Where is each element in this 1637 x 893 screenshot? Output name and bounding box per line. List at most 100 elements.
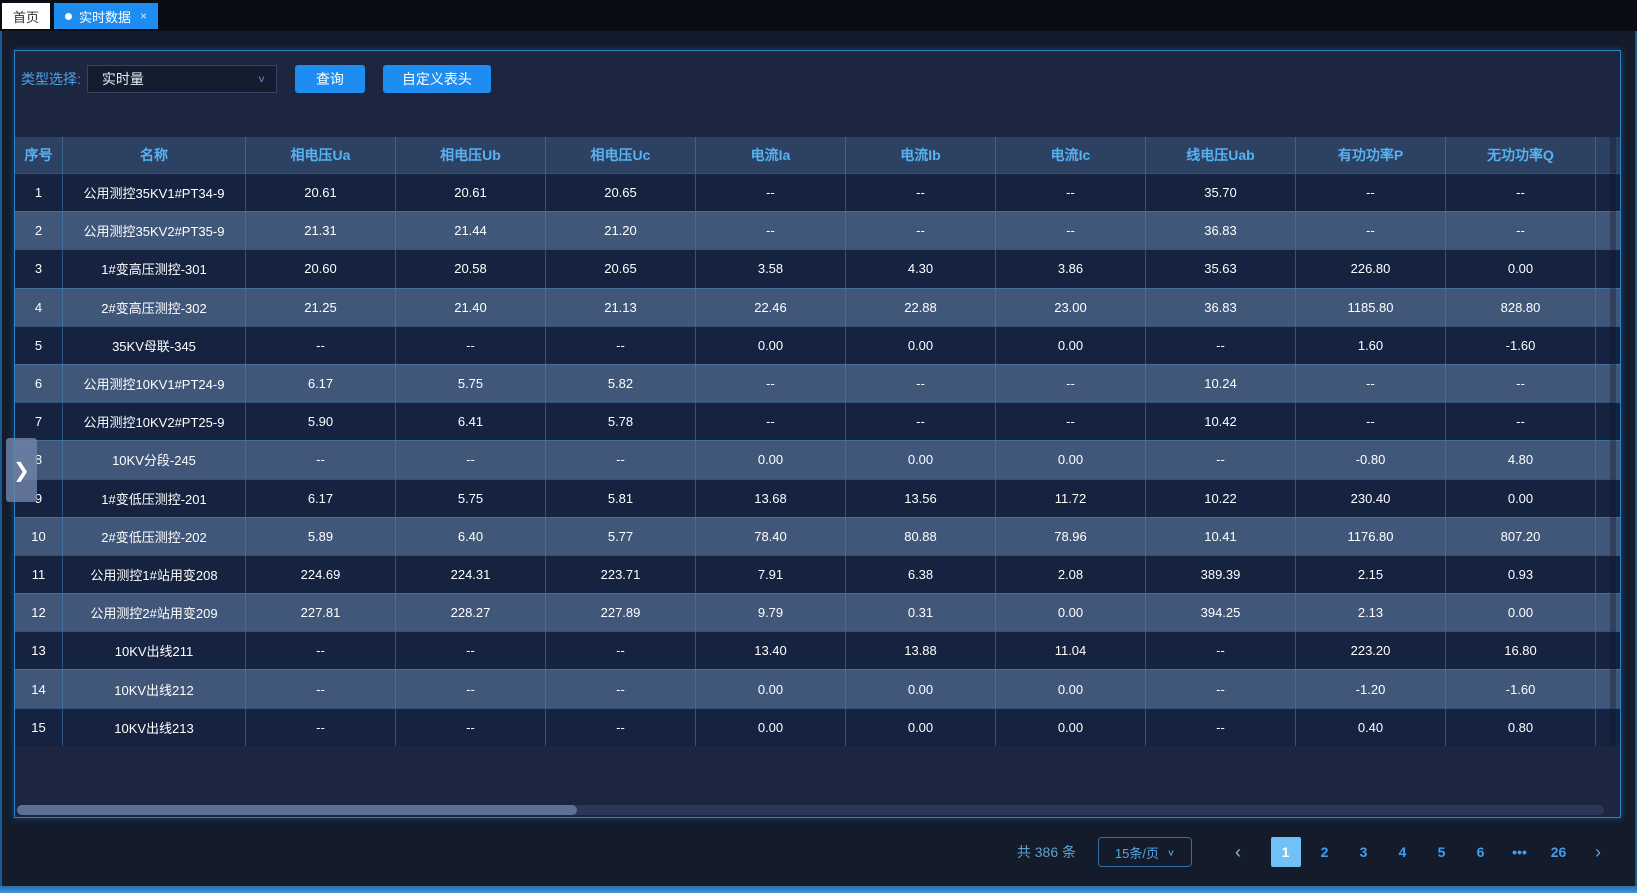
table-cell: 16.80 xyxy=(1446,632,1596,669)
table-cell: 10.42 xyxy=(1146,403,1296,440)
horizontal-scrollbar-thumb[interactable] xyxy=(17,805,577,815)
tab-close-icon[interactable]: × xyxy=(140,10,147,22)
table-cell: 2#变低压测控-202 xyxy=(63,518,246,555)
table-cell: 21.40 xyxy=(396,289,546,326)
table-cell: 3.58 xyxy=(696,250,846,287)
table-cell: -- xyxy=(996,365,1146,402)
header-cell-10: 无功功率Q xyxy=(1446,137,1596,173)
table-cell: 20.61 xyxy=(246,174,396,211)
table-row[interactable]: 12公用测控2#站用变209227.81228.27227.899.790.31… xyxy=(15,593,1620,631)
table-row[interactable]: 535KV母联-345------0.000.000.00--1.60-1.60 xyxy=(15,326,1620,364)
side-panel-expand-handle[interactable]: ❯ xyxy=(6,438,37,502)
table-cell: 10KV出线211 xyxy=(63,632,246,669)
page-buttons: 123456 ••• 26 xyxy=(1266,837,1578,867)
table-row[interactable]: 1410KV出线212------0.000.000.00---1.20-1.6… xyxy=(15,669,1620,707)
table-cell: 公用测控1#站用变208 xyxy=(63,556,246,593)
table-row[interactable]: 31#变高压测控-30120.6020.5820.653.584.303.863… xyxy=(15,249,1620,287)
page-size-select[interactable]: 15条/页 ∨ xyxy=(1098,837,1192,867)
table-cell: 5.82 xyxy=(546,365,696,402)
table-cell: -- xyxy=(996,403,1146,440)
tab-active-dot-icon xyxy=(65,13,72,20)
table-cell: -- xyxy=(1146,441,1296,478)
page-ellipsis[interactable]: ••• xyxy=(1505,837,1535,867)
horizontal-scrollbar-track[interactable] xyxy=(17,805,1604,815)
table-row[interactable]: 7公用测控10KV2#PT25-95.906.415.78------10.42… xyxy=(15,402,1620,440)
table-cell: -- xyxy=(246,632,396,669)
table-cell: 80.88 xyxy=(846,518,996,555)
table-cell: 35.70 xyxy=(1146,174,1296,211)
table-cell: 13.56 xyxy=(846,480,996,517)
header-cell-0: 序号 xyxy=(15,137,63,173)
tab-home[interactable]: 首页 xyxy=(2,3,50,29)
table-cell: 5.77 xyxy=(546,518,696,555)
table-cell: 10 xyxy=(15,518,63,555)
tab-realtime-data[interactable]: 实时数据 × xyxy=(54,3,158,29)
table-cell: -- xyxy=(696,212,846,249)
table-cell: -- xyxy=(246,670,396,707)
vertical-scrollbar-track[interactable] xyxy=(1610,137,1616,746)
table-row[interactable]: 1公用测控35KV1#PT34-920.6120.6120.65------35… xyxy=(15,173,1620,211)
table-cell: 78.40 xyxy=(696,518,846,555)
table-cell: -- xyxy=(1146,327,1296,364)
table-cell: 224.69 xyxy=(246,556,396,593)
table-row[interactable]: 1510KV出线213------0.000.000.00--0.400.80 xyxy=(15,708,1620,746)
prev-page-button[interactable]: ‹ xyxy=(1224,837,1252,867)
table-cell: 13.88 xyxy=(846,632,996,669)
table-row[interactable]: 42#变高压测控-30221.2521.4021.1322.4622.8823.… xyxy=(15,288,1620,326)
page-button-5[interactable]: 5 xyxy=(1427,837,1457,867)
table-cell: 5.81 xyxy=(546,480,696,517)
table-cell: 10.22 xyxy=(1146,480,1296,517)
table-cell: -- xyxy=(396,709,546,746)
table-cell: -- xyxy=(1146,670,1296,707)
table-cell: 0.40 xyxy=(1296,709,1446,746)
table-row[interactable]: 6公用测控10KV1#PT24-96.175.755.82------10.24… xyxy=(15,364,1620,402)
table-cell: 公用测控10KV1#PT24-9 xyxy=(63,365,246,402)
next-page-button[interactable]: › xyxy=(1584,837,1612,867)
page-button-4[interactable]: 4 xyxy=(1388,837,1418,867)
table-cell: 0.00 xyxy=(696,441,846,478)
header-cell-1: 名称 xyxy=(63,137,246,173)
table-cell: 15 xyxy=(15,709,63,746)
table-cell: 0.00 xyxy=(696,327,846,364)
table-cell: -- xyxy=(396,670,546,707)
table-cell: 4.80 xyxy=(1446,441,1596,478)
table-cell: -- xyxy=(1296,174,1446,211)
table-cell: 21.20 xyxy=(546,212,696,249)
table-cell: 7 xyxy=(15,403,63,440)
page-button-2[interactable]: 2 xyxy=(1310,837,1340,867)
table-cell: -- xyxy=(246,441,396,478)
page-button-1[interactable]: 1 xyxy=(1271,837,1301,867)
table-cell: -- xyxy=(1446,365,1596,402)
page-button-3[interactable]: 3 xyxy=(1349,837,1379,867)
table-cell: 21.31 xyxy=(246,212,396,249)
table-cell: 6.40 xyxy=(396,518,546,555)
realtime-data-panel: 类型选择: 实时量 ∨ 查询 自定义表头 序号名称相电压Ua相电压Ub相电压Uc… xyxy=(14,50,1621,818)
table-cell: -- xyxy=(546,441,696,478)
table-cell: 22.88 xyxy=(846,289,996,326)
page-button-26[interactable]: 26 xyxy=(1544,837,1574,867)
table-cell: -- xyxy=(996,212,1146,249)
custom-header-button[interactable]: 自定义表头 xyxy=(383,65,491,93)
table-cell: 10.41 xyxy=(1146,518,1296,555)
table-cell: 0.00 xyxy=(846,709,996,746)
table-row[interactable]: 1310KV出线211------13.4013.8811.04--223.20… xyxy=(15,631,1620,669)
table-row[interactable]: 2公用测控35KV2#PT35-921.3121.4421.20------36… xyxy=(15,211,1620,249)
type-select[interactable]: 实时量 ∨ xyxy=(87,65,277,93)
table-header-row: 序号名称相电压Ua相电压Ub相电压Uc电流Ia电流Ib电流Ic线电压Uab有功功… xyxy=(15,137,1620,173)
table-row[interactable]: 11公用测控1#站用变208224.69224.31223.717.916.38… xyxy=(15,555,1620,593)
tab-bar: 首页 实时数据 × xyxy=(0,0,1637,31)
table-cell: -- xyxy=(1446,212,1596,249)
header-cell-9: 有功功率P xyxy=(1296,137,1446,173)
page-button-6[interactable]: 6 xyxy=(1466,837,1496,867)
table-row[interactable]: 91#变低压测控-2016.175.755.8113.6813.5611.721… xyxy=(15,479,1620,517)
table-cell: -- xyxy=(546,632,696,669)
table-row[interactable]: 102#变低压测控-2025.896.405.7778.4080.8878.96… xyxy=(15,517,1620,555)
table-cell: 223.71 xyxy=(546,556,696,593)
type-select-value: 实时量 xyxy=(102,69,257,89)
header-cell-7: 电流Ic xyxy=(996,137,1146,173)
query-button[interactable]: 查询 xyxy=(295,65,365,93)
header-cell-6: 电流Ib xyxy=(846,137,996,173)
table-cell: 13 xyxy=(15,632,63,669)
table-cell: 6.17 xyxy=(246,365,396,402)
table-row[interactable]: 810KV分段-245------0.000.000.00---0.804.80 xyxy=(15,440,1620,478)
